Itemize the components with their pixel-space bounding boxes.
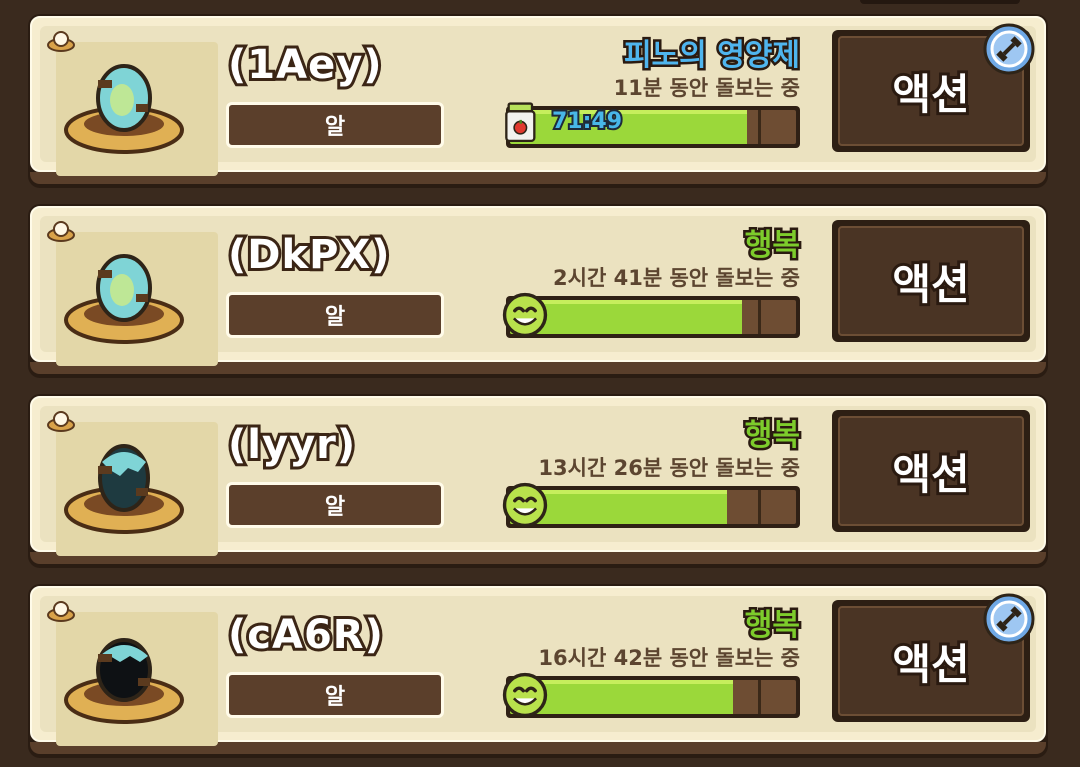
care-duration: 13시간 26분 동안 돌보는 중	[538, 456, 800, 480]
egg-in-nest-icon	[64, 444, 184, 534]
dumbbell-badge-icon[interactable]	[982, 22, 1036, 76]
bar-divider	[758, 680, 761, 714]
status-bar	[506, 486, 800, 528]
timer-label: 71:49	[550, 107, 624, 136]
dumbbell-badge-icon[interactable]	[982, 592, 1036, 646]
action-button[interactable]: 액션	[832, 220, 1030, 342]
status-title: 행복	[742, 416, 802, 456]
care-duration: 2시간 41분 동안 돌보는 중	[553, 266, 800, 290]
status-title: 행복	[742, 226, 802, 266]
status-bar-track	[510, 490, 796, 524]
bar-divider	[758, 110, 761, 144]
status-bar	[506, 676, 800, 718]
pet-name: (cA6R)	[225, 609, 386, 661]
care-duration: 16시간 42분 동안 돌보는 중	[538, 646, 800, 670]
action-button-label: 액션	[838, 226, 1024, 336]
egg-in-nest-icon	[64, 64, 184, 154]
egg-nest-small-icon	[47, 221, 75, 242]
action-button[interactable]: 액션	[832, 410, 1030, 532]
pet-name: (lyyr)	[225, 419, 358, 471]
pet-card: (cA6R) 알 행복 16시간 42분 동안 돌보는 중 액션	[28, 584, 1048, 758]
pet-name: (1Aey)	[225, 39, 385, 91]
pet-type-button[interactable]: 알	[226, 672, 444, 718]
status-bar	[506, 296, 800, 338]
status-title: 행복	[742, 606, 802, 646]
pet-card: (1Aey) 알 피노의 영양제 11분 동안 돌보는 중 71:49 액션	[28, 14, 1048, 188]
pet-type-button[interactable]: 알	[226, 102, 444, 148]
pet-name: (DkPX)	[225, 229, 393, 281]
status-bar-track	[510, 680, 796, 714]
egg-nest-small-icon	[47, 31, 75, 52]
egg-nest-small-icon	[47, 411, 75, 432]
scroll-edge	[860, 0, 1020, 4]
care-duration: 11분 동안 돌보는 중	[613, 76, 800, 100]
smiley-face-icon	[502, 482, 548, 528]
pet-list: (1Aey) 알 피노의 영양제 11분 동안 돌보는 중 71:49 액션 (…	[0, 0, 1080, 767]
smiley-face-icon	[502, 672, 548, 718]
pet-card: (lyyr) 알 행복 13시간 26분 동안 돌보는 중 액션	[28, 394, 1048, 568]
status-bar-track	[510, 300, 796, 334]
pet-type-button[interactable]: 알	[226, 292, 444, 338]
pet-card: (DkPX) 알 행복 2시간 41분 동안 돌보는 중 액션	[28, 204, 1048, 378]
status-bar: 71:49	[506, 106, 800, 148]
egg-in-nest-icon	[64, 638, 184, 724]
egg-nest-small-icon	[47, 601, 75, 622]
action-button-label: 액션	[838, 416, 1024, 526]
supplement-jar-icon	[505, 102, 536, 143]
egg-in-nest-icon	[64, 254, 184, 344]
bar-divider	[758, 300, 761, 334]
status-title: 피노의 영양제	[621, 36, 802, 76]
smiley-face-icon	[502, 292, 548, 338]
bar-divider	[758, 490, 761, 524]
pet-type-button[interactable]: 알	[226, 482, 444, 528]
